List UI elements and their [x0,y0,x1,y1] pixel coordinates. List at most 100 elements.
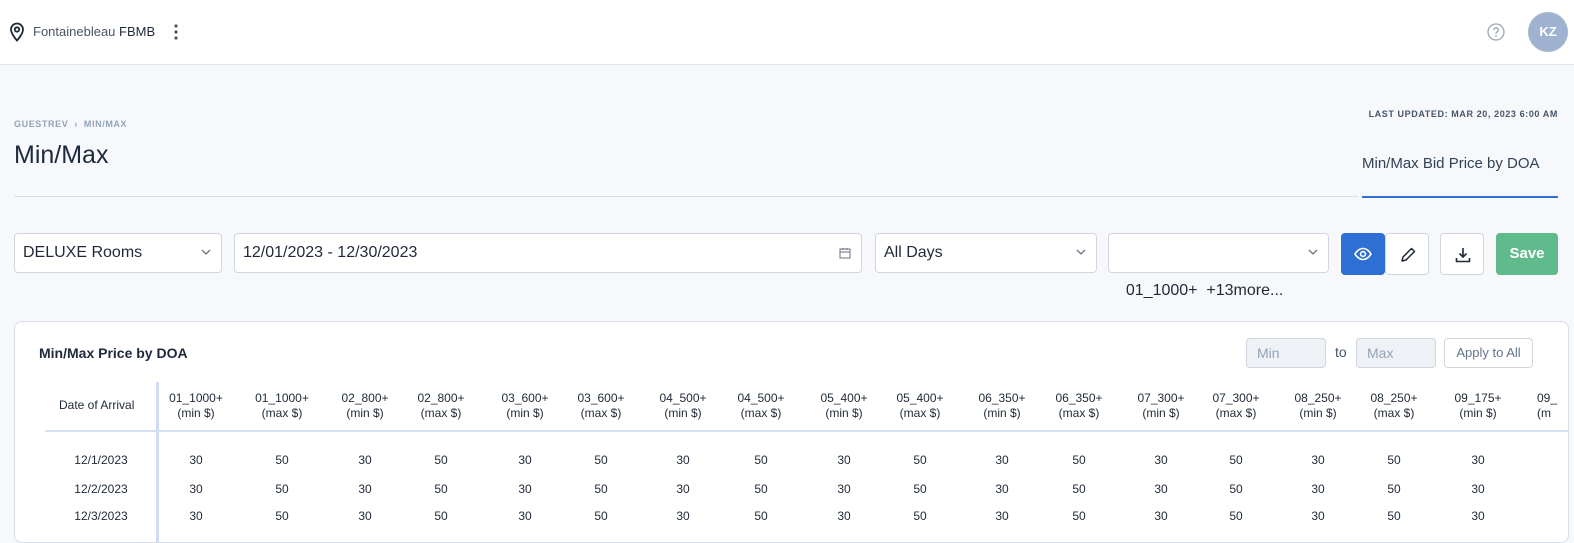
column-header-segment: 05_400+ [896,391,944,405]
table-cell[interactable]: 30 [495,482,555,496]
save-button[interactable]: Save [1496,233,1558,275]
table-cell[interactable]: 50 [1049,482,1109,496]
column-header-kind: (max $) [1373,406,1415,420]
table-cell[interactable]: 50 [252,482,312,496]
chevron-right-icon: › [74,119,78,129]
table-cell[interactable]: 30 [1288,453,1348,467]
table-cell[interactable]: 50 [890,509,950,523]
column-header-kind: (min $) [825,406,863,420]
table-cell[interactable]: 30 [814,453,874,467]
last-updated-label: LAST UPDATED: MAR 20, 2023 6:00 AM [1368,109,1558,119]
table-cell[interactable]: 50 [1364,509,1424,523]
table-cell[interactable]: 30 [972,509,1032,523]
column-header: 09_175+ (min $) [1438,391,1518,421]
column-header-segment: 02_800+ [341,391,389,405]
edit-mode-button[interactable] [1385,233,1429,275]
column-header-segment: 09_175+ [1454,391,1502,405]
calendar-icon [839,248,851,259]
table-cell[interactable]: 30 [1448,482,1508,496]
column-header: 04_500+ (min $) [643,391,723,421]
table-cell[interactable]: 30 [1448,509,1508,523]
table-cell[interactable]: 50 [731,509,791,523]
table-cell[interactable]: 50 [252,509,312,523]
segments-multiselect[interactable]: 01_1000+ +13more... [1108,233,1329,299]
table-cell[interactable]: 50 [731,482,791,496]
table-cell[interactable]: 50 [1364,453,1424,467]
table-cell[interactable]: 30 [653,453,713,467]
table-cell[interactable]: 30 [1131,482,1191,496]
column-header: 07_300+ (min $) [1121,391,1201,421]
column-header-segment: 09_ [1537,391,1558,405]
download-button[interactable] [1440,233,1484,275]
row-date: 12/3/2023 [74,509,128,523]
avatar[interactable]: KZ [1528,12,1568,52]
view-mode-button[interactable] [1341,233,1385,275]
column-header-segment: 08_250+ [1294,391,1342,405]
table-cell[interactable]: 30 [335,453,395,467]
column-header-kind: (min $) [1299,406,1337,420]
breadcrumb-item-minmax[interactable]: MIN/MAX [84,119,127,129]
table-cell[interactable]: 30 [814,482,874,496]
table-cell[interactable]: 30 [1131,509,1191,523]
table-cell[interactable]: 30 [335,509,395,523]
column-header-kind: (min $) [506,406,544,420]
price-table: Date of Arrival 01_1000+ (min $) 01_1000+(… [15,382,1568,542]
column-header: 05_400+ (max $) [880,391,960,421]
table-cell[interactable]: 50 [890,482,950,496]
table-cell[interactable]: 30 [1288,482,1348,496]
table-cell[interactable]: 50 [1206,509,1266,523]
table-cell[interactable]: 30 [495,509,555,523]
room-type-value: DELUXE Rooms [23,244,143,261]
table-cell[interactable]: 30 [972,482,1032,496]
table-cell[interactable]: 50 [1206,482,1266,496]
days-select[interactable]: All Days [875,233,1097,273]
table-cell[interactable]: 30 [166,453,226,467]
breadcrumb-item-guestrev[interactable]: GUESTREV [14,119,68,129]
date-range-picker[interactable]: 12/01/2023 - 12/30/2023 [234,233,862,273]
column-header: 01_1000+ (min $) [156,391,236,421]
column-header-segment: 06_350+ [978,391,1026,405]
min-input[interactable]: Min [1246,338,1326,368]
table-cell[interactable]: 30 [653,482,713,496]
table-cell[interactable]: 30 [1131,453,1191,467]
room-type-select[interactable]: DELUXE Rooms [14,233,222,273]
tab-minmax-bid-price-by-doa[interactable]: Min/Max Bid Price by DOA [1362,155,1540,172]
table-cell[interactable]: 50 [571,509,631,523]
table-cell[interactable]: 30 [814,509,874,523]
table-cell[interactable]: 50 [1049,453,1109,467]
property-name[interactable]: Fontainebleau FBMB [33,24,155,39]
column-header-segment: 02_800+ [417,391,465,405]
column-header-kind: (max $) [740,406,782,420]
eye-icon [1354,247,1372,261]
table-cell[interactable]: 50 [252,453,312,467]
table-cell[interactable]: 30 [972,453,1032,467]
pencil-icon [1401,247,1416,262]
help-icon[interactable] [1487,23,1505,41]
table-cell[interactable]: 50 [571,482,631,496]
more-options-icon[interactable] [171,22,181,42]
column-header: 08_250+ (min $) [1278,391,1358,421]
table-cell[interactable]: 50 [571,453,631,467]
table-cell[interactable]: 50 [731,453,791,467]
column-header-segment: 03_600+ [501,391,549,405]
table-cell[interactable]: 50 [1364,482,1424,496]
table-cell[interactable]: 30 [495,453,555,467]
table-cell[interactable]: 30 [166,482,226,496]
table-cell[interactable]: 50 [890,453,950,467]
table-cell[interactable]: 50 [1206,453,1266,467]
column-header-segment: 05_400+ [820,391,868,405]
table-cell[interactable]: 30 [1448,453,1508,467]
table-cell[interactable]: 30 [653,509,713,523]
table-cell[interactable]: 50 [411,453,471,467]
column-header-segment: 04_500+ [659,391,707,405]
table-cell[interactable]: 50 [411,509,471,523]
apply-to-all-button[interactable]: Apply to All [1444,338,1533,368]
active-tab-indicator [1362,196,1558,198]
table-cell[interactable]: 30 [335,482,395,496]
table-cell[interactable]: 50 [411,482,471,496]
table-cell[interactable]: 50 [1049,509,1109,523]
max-input[interactable]: Max [1356,338,1436,368]
table-cell[interactable]: 30 [1288,509,1348,523]
table-cell[interactable]: 30 [166,509,226,523]
column-header-kind: (max $) [1215,406,1257,420]
